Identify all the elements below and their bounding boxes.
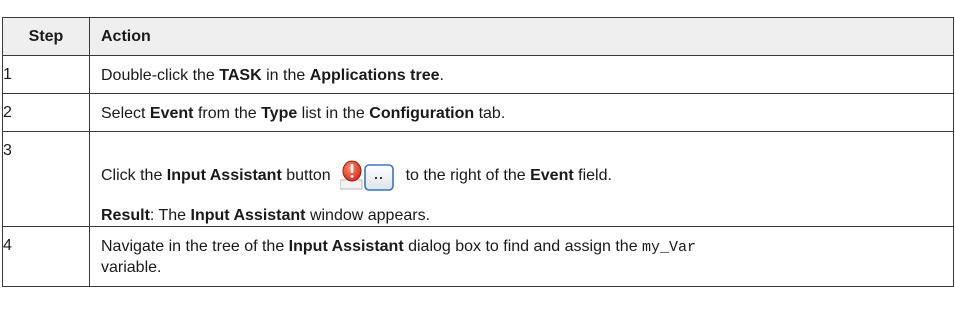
action-term: Applications tree (309, 67, 440, 84)
action-text: Navigate in the tree of the (101, 238, 289, 255)
action-term: Type (261, 105, 298, 122)
action-text: Select (101, 105, 150, 122)
action-text: field. (573, 167, 612, 184)
action-text: tab. (474, 105, 506, 122)
action-text: window appears. (305, 207, 431, 224)
action-text: variable. (101, 259, 162, 276)
action-text: list in the (297, 105, 370, 122)
header-step: Step (2, 17, 90, 56)
input-assistant-button-icon (340, 160, 396, 192)
action-text: in the (261, 67, 310, 84)
step-action: Click the Input Assistant button to the … (89, 131, 954, 227)
table-row: 1 Double-click the TASK in the Applicati… (2, 55, 954, 94)
action-text: : The (149, 207, 191, 224)
steps-table: Step Action 1 Double-click the TASK in t… (2, 17, 954, 287)
step-number: 3 (2, 131, 90, 227)
result-label: Result (101, 207, 150, 224)
action-term: Configuration (369, 105, 475, 122)
table-row: 4 Navigate in the tree of the Input Assi… (2, 226, 954, 287)
step-number: 1 (2, 55, 90, 94)
table-header-row: Step Action (2, 17, 954, 56)
action-text: . (439, 67, 444, 84)
step-action: Double-click the TASK in the Application… (89, 55, 954, 94)
variable-name: my_Var (642, 239, 697, 256)
step-action: Select Event from the Type list in the C… (89, 93, 954, 132)
action-text: to the right of the (401, 167, 531, 184)
step-action: Navigate in the tree of the Input Assist… (89, 226, 954, 287)
action-text: dialog box to find and assign the (403, 238, 643, 255)
step-number: 2 (2, 93, 90, 132)
action-term: Event (530, 167, 574, 184)
step-number: 4 (2, 226, 90, 287)
action-term: Event (149, 105, 194, 122)
action-text: button (281, 167, 336, 184)
action-term: Input Assistant (166, 167, 282, 184)
action-text: Click the (101, 167, 167, 184)
action-term: Input Assistant (288, 238, 404, 255)
header-action: Action (89, 17, 954, 56)
action-term: TASK (219, 67, 262, 84)
action-term: Input Assistant (190, 207, 306, 224)
action-text: from the (193, 105, 262, 122)
table-row: 3 Click the Input Assistant button to th… (2, 131, 954, 227)
table-row: 2 Select Event from the Type list in the… (2, 93, 954, 132)
action-text: Double-click the (101, 67, 220, 84)
